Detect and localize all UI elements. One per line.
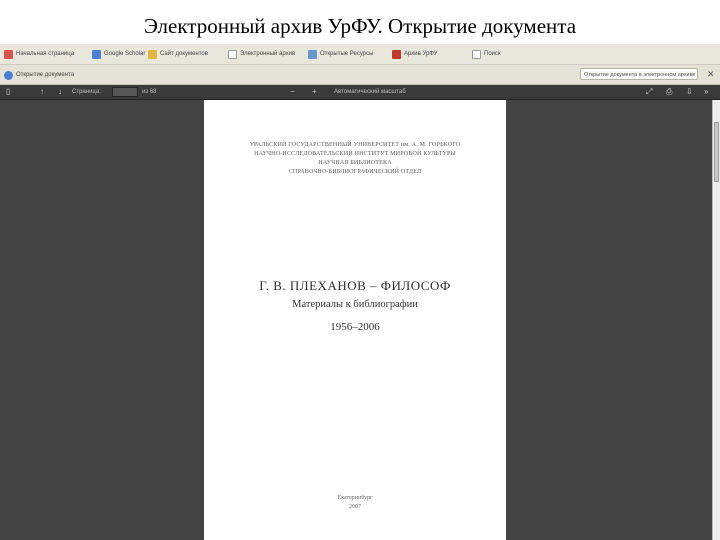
previous-page-icon[interactable]: ↑ <box>40 87 44 97</box>
close-icon[interactable]: ✕ <box>707 69 715 79</box>
document-years: 1956–2006 <box>330 321 380 333</box>
bookmark-label: Открытые Ресурсы <box>320 51 374 57</box>
page-number-input[interactable] <box>112 87 138 97</box>
bookmark-label: Поиск <box>484 51 501 57</box>
document-year: 2007 <box>349 504 361 510</box>
document-city: Екатеринбург <box>337 495 373 501</box>
bookmark-favicon-icon <box>148 49 157 59</box>
zoom-out-icon[interactable]: − <box>290 87 295 97</box>
document-title: Г. В. ПЛЕХАНОВ – ФИЛОСОФ <box>259 278 451 293</box>
bookmark-item[interactable]: Google Scholar <box>92 49 145 59</box>
bookmark-item[interactable]: Начальная страница <box>4 49 74 59</box>
bookmark-favicon-icon <box>392 49 401 59</box>
bookmark-label: Архив УрФУ <box>404 51 438 57</box>
next-page-icon[interactable]: ↓ <box>58 87 62 97</box>
tab-favicon-icon <box>4 70 13 80</box>
bookmark-item[interactable]: Сайт документов <box>148 49 208 59</box>
bookmark-favicon-icon <box>4 49 13 59</box>
bookmark-favicon-icon <box>472 49 481 59</box>
zoom-select[interactable]: Автоматический масштаб <box>334 88 406 96</box>
browser-window: Начальная страница Google Scholar Сайт д… <box>0 44 720 540</box>
bookmark-item[interactable]: Открытые Ресурсы <box>308 49 373 59</box>
bookmark-favicon-icon <box>308 49 317 59</box>
bookmark-label: Google Scholar <box>104 51 146 57</box>
institution-line: НАУЧНАЯ БИБЛИОТЕКА <box>318 160 392 166</box>
institution-line: УРАЛЬСКИЙ ГОСУДАРСТВЕННЫЙ УНИВЕРСИТЕТ им… <box>249 142 461 148</box>
institution-line: НАУЧНО-ИССЛЕДОВАТЕЛЬСКИЙ ИНСТИТУТ МИРОВО… <box>254 151 456 157</box>
scrollbar-thumb[interactable] <box>714 122 719 182</box>
bookmark-item[interactable]: Электронный архив <box>228 49 295 59</box>
page-total: из 68 <box>142 89 157 95</box>
bookmark-item[interactable]: Архив УрФУ <box>392 49 437 59</box>
print-icon[interactable]: ⎙ <box>666 87 672 97</box>
slide-title: Электронный архив УрФУ. Открытие докумен… <box>143 14 577 38</box>
institution-line: СПРАВОЧНО-БИБЛИОГРАФИЧЕСКИЙ ОТДЕЛ <box>288 169 422 175</box>
bookmark-favicon-icon <box>228 49 237 59</box>
tab-bar: Открытие документа Открытие документа в … <box>0 65 720 85</box>
download-icon[interactable]: ⇩ <box>686 87 693 97</box>
tab-label: Открытие документа <box>16 72 75 78</box>
address-field[interactable]: Открытие документа в электронном архиве <box>580 68 698 80</box>
vertical-scrollbar[interactable] <box>712 100 720 540</box>
pdf-toolbar: ▯ ↑ ↓ Страница: из 68 − + Автоматический… <box>0 85 720 100</box>
document-subtitle: Материалы к библиографии <box>292 299 418 310</box>
menu-icon[interactable]: » <box>704 87 708 97</box>
bookmarks-bar: Начальная страница Google Scholar Сайт д… <box>0 44 720 65</box>
browser-tab[interactable]: Открытие документа <box>4 70 74 80</box>
zoom-in-icon[interactable]: + <box>312 87 317 97</box>
bookmark-item[interactable]: Поиск <box>472 49 501 59</box>
document-viewer[interactable]: УРАЛЬСКИЙ ГОСУДАРСТВЕННЫЙ УНИВЕРСИТЕТ им… <box>0 100 712 540</box>
sidebar-toggle-icon[interactable]: ▯ <box>6 87 10 97</box>
pdf-page: УРАЛЬСКИЙ ГОСУДАРСТВЕННЫЙ УНИВЕРСИТЕТ им… <box>204 100 506 540</box>
fullscreen-icon[interactable]: ⤢ <box>646 87 652 97</box>
bookmark-label: Начальная страница <box>16 51 75 57</box>
bookmark-label: Сайт документов <box>160 51 208 57</box>
bookmark-label: Электронный архив <box>240 51 296 57</box>
bookmark-favicon-icon <box>92 49 101 59</box>
page-label: Страница: <box>72 89 101 95</box>
